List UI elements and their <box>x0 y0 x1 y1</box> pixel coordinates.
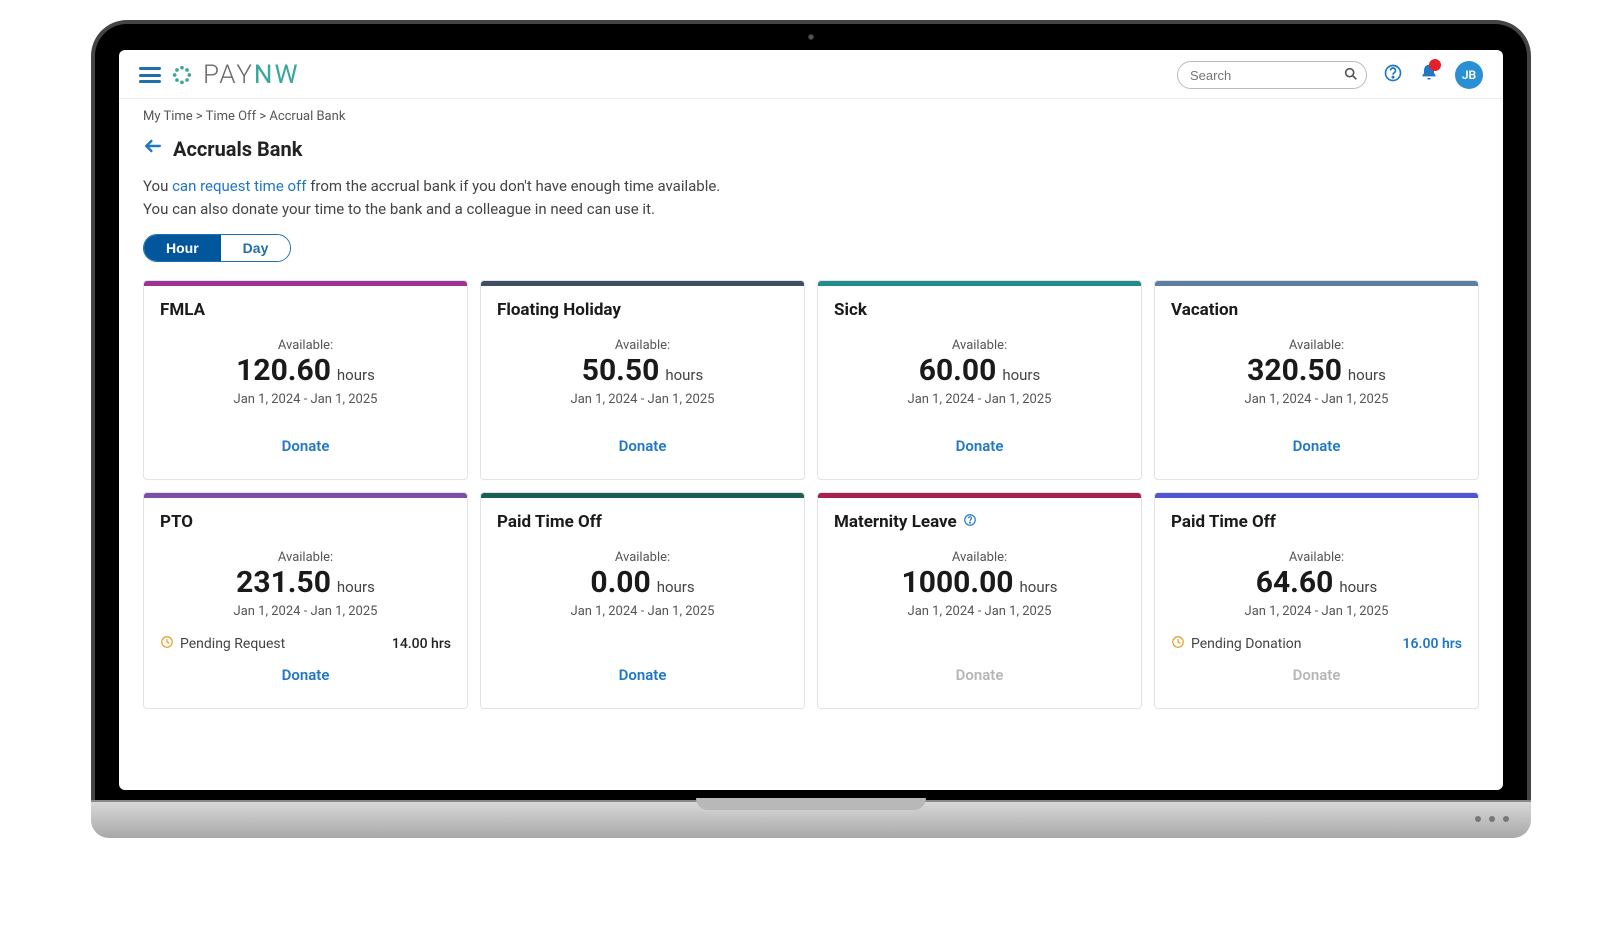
clock-icon <box>160 635 174 653</box>
laptop-bezel: PAYNW <box>91 20 1531 800</box>
available-unit: hours <box>1339 578 1377 596</box>
available-label: Available: <box>834 550 1125 565</box>
page-title: Accruals Bank <box>173 137 302 161</box>
laptop-frame: PAYNW <box>91 20 1531 838</box>
accrual-card-vacation: Vacation Available:320.50 hours Jan 1, 2024… <box>1154 280 1479 480</box>
accrual-card-floating: Floating Holiday Available:50.50 hours Jan … <box>480 280 805 480</box>
card-title: Maternity Leave <box>834 512 1125 532</box>
available-unit: hours <box>1348 366 1386 384</box>
available-value: 50.50 <box>582 353 660 388</box>
clock-icon <box>1171 635 1185 653</box>
available-value: 64.60 <box>1256 565 1334 600</box>
accrual-card-maternity: Maternity Leave Available:1000.00 hours Ja… <box>817 492 1142 709</box>
accrual-period: Jan 1, 2024 - Jan 1, 2025 <box>497 392 788 407</box>
card-title: Vacation <box>1171 300 1462 320</box>
pending-value: 16.00 hrs <box>1403 636 1463 652</box>
pending-row: Pending Request 14.00 hrs <box>160 635 451 653</box>
available-unit: hours <box>337 578 375 596</box>
toggle-hour[interactable]: Hour <box>144 235 221 261</box>
donate-link[interactable]: Donate <box>619 437 667 455</box>
available-label: Available: <box>834 338 1125 353</box>
accrual-card-paid1: Paid Time Off Available:0.00 hours Jan 1, 2… <box>480 492 805 709</box>
card-title: Floating Holiday <box>497 300 788 320</box>
pending-value: 14.00 hrs <box>392 636 451 652</box>
accrual-period: Jan 1, 2024 - Jan 1, 2025 <box>497 604 788 619</box>
bell-icon[interactable] <box>1419 63 1439 87</box>
breadcrumb[interactable]: My Time > Time Off > Accrual Bank <box>143 109 1479 124</box>
donate-link[interactable]: Donate <box>282 437 330 455</box>
search-icon[interactable] <box>1343 66 1359 86</box>
menu-icon[interactable] <box>139 67 161 83</box>
card-title: PTO <box>160 512 451 532</box>
accrual-card-sick: Sick Available:60.00 hours Jan 1, 2024 - Ja… <box>817 280 1142 480</box>
laptop-notch <box>696 798 926 810</box>
accrual-card-pto: PTO Available:231.50 hours Jan 1, 2024 - Ja… <box>143 492 468 709</box>
accrual-period: Jan 1, 2024 - Jan 1, 2025 <box>160 392 451 407</box>
available-value: 120.60 <box>236 353 331 388</box>
logo-text: PAYNW <box>203 60 300 90</box>
available-label: Available: <box>160 550 451 565</box>
card-title: Paid Time Off <box>497 512 788 532</box>
request-time-off-link[interactable]: can request time off <box>172 177 306 195</box>
accrual-period: Jan 1, 2024 - Jan 1, 2025 <box>1171 604 1462 619</box>
pending-label: Pending Donation <box>1191 636 1301 652</box>
logo-nw: NW <box>254 60 300 90</box>
donate-link[interactable]: Donate <box>619 666 667 684</box>
logo-pay: PAY <box>203 60 254 90</box>
card-title: FMLA <box>160 300 451 320</box>
accrual-grid: FMLAAvailable:120.60hoursJan 1, 2024 - J… <box>143 280 1479 709</box>
donate-link: Donate <box>1293 666 1341 684</box>
base-dots <box>1475 816 1509 822</box>
intro-text: You can request time off from the accrua… <box>143 175 1479 220</box>
toggle-day[interactable]: Day <box>221 235 291 261</box>
available-value: 60.00 <box>919 353 997 388</box>
donate-link: Donate <box>956 666 1004 684</box>
search-input[interactable] <box>1177 61 1367 89</box>
donate-link[interactable]: Donate <box>956 437 1004 455</box>
accrual-period: Jan 1, 2024 - Jan 1, 2025 <box>1171 392 1462 407</box>
available-unit: hours <box>1020 578 1058 596</box>
accrual-period: Jan 1, 2024 - Jan 1, 2025 <box>834 392 1125 407</box>
accrual-card-fmla: FMLA Available:120.60 hours Jan 1, 2024 - J… <box>143 280 468 480</box>
notification-badge <box>1429 59 1441 71</box>
laptop-base <box>91 800 1531 838</box>
available-label: Available: <box>1171 550 1462 565</box>
logo-icon <box>171 64 193 86</box>
help-tooltip-icon[interactable] <box>963 513 977 531</box>
donate-link[interactable]: Donate <box>1293 437 1341 455</box>
search-wrap <box>1177 61 1367 89</box>
card-title: Sick <box>834 300 1125 320</box>
available-unit: hours <box>657 578 695 596</box>
available-unit: hours <box>1002 366 1040 384</box>
back-arrow-icon[interactable] <box>143 136 163 161</box>
accrual-period: Jan 1, 2024 - Jan 1, 2025 <box>834 604 1125 619</box>
available-unit: hours <box>665 366 703 384</box>
top-bar: PAYNW <box>119 50 1503 99</box>
accrual-card-paid2: Paid Time Off Available:64.60 hours Jan 1, … <box>1154 492 1479 709</box>
available-value: 320.50 <box>1247 353 1342 388</box>
available-label: Available: <box>1171 338 1462 353</box>
available-value: 231.50 <box>236 565 331 600</box>
app-screen: PAYNW <box>119 50 1503 790</box>
available-value: 0.00 <box>590 565 650 600</box>
pending-row: Pending Donation 16.00 hrs <box>1171 635 1462 653</box>
available-label: Available: <box>160 338 451 353</box>
accrual-period: Jan 1, 2024 - Jan 1, 2025 <box>160 604 451 619</box>
available-unit: hours <box>337 366 375 384</box>
avatar[interactable]: JB <box>1455 61 1483 89</box>
unit-toggle: Hour Day <box>143 234 291 262</box>
available-label: Available: <box>497 338 788 353</box>
card-title: Paid Time Off <box>1171 512 1462 532</box>
available-value: 1000.00 <box>902 565 1014 600</box>
pending-label: Pending Request <box>180 636 285 652</box>
available-label: Available: <box>497 550 788 565</box>
help-icon[interactable] <box>1383 63 1403 87</box>
donate-link[interactable]: Donate <box>282 666 330 684</box>
camera-dot <box>808 34 814 40</box>
